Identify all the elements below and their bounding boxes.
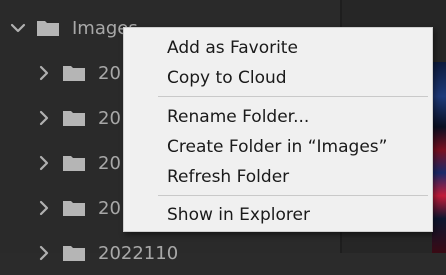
menu-item-copy-to-cloud[interactable]: Copy to Cloud — [124, 63, 432, 93]
chevron-down-icon[interactable] — [10, 20, 26, 36]
tree-item-folder[interactable]: 2022110 — [36, 231, 178, 275]
menu-item-create-folder[interactable]: Create Folder in “Images” — [124, 132, 432, 162]
menu-separator — [158, 96, 428, 97]
image-thumbnail[interactable] — [432, 62, 446, 253]
chevron-right-icon[interactable] — [36, 65, 52, 81]
menu-separator — [158, 195, 428, 196]
folder-icon — [62, 109, 86, 127]
folder-icon — [62, 64, 86, 82]
menu-item-show-in-explorer[interactable]: Show in Explorer — [124, 200, 432, 230]
folder-icon — [62, 154, 86, 172]
chevron-right-icon[interactable] — [36, 155, 52, 171]
tree-item-folder[interactable]: 20 — [36, 141, 121, 185]
folder-icon — [62, 199, 86, 217]
context-menu: Add as Favorite Copy to Cloud Rename Fol… — [123, 27, 433, 232]
chevron-right-icon[interactable] — [36, 200, 52, 216]
tree-item-folder[interactable]: 20 — [36, 186, 121, 230]
tree-item-folder[interactable]: 20 — [36, 51, 121, 95]
tree-item-images[interactable]: Images — [10, 6, 138, 50]
tree-item-label: 2022110 — [98, 242, 179, 264]
chevron-right-icon[interactable] — [36, 245, 52, 261]
menu-item-refresh-folder[interactable]: Refresh Folder — [124, 162, 432, 192]
tree-item-label: 20 — [98, 62, 121, 84]
chevron-right-icon[interactable] — [36, 110, 52, 126]
menu-item-rename-folder[interactable]: Rename Folder... — [124, 102, 432, 132]
folder-icon — [62, 244, 86, 262]
tree-item-label: 20 — [98, 107, 121, 129]
folder-icon — [36, 19, 60, 37]
tree-item-folder[interactable]: 20 — [36, 96, 121, 140]
tree-item-label: 20 — [98, 152, 121, 174]
menu-item-add-favorite[interactable]: Add as Favorite — [124, 33, 432, 63]
tree-item-label: 20 — [98, 197, 121, 219]
